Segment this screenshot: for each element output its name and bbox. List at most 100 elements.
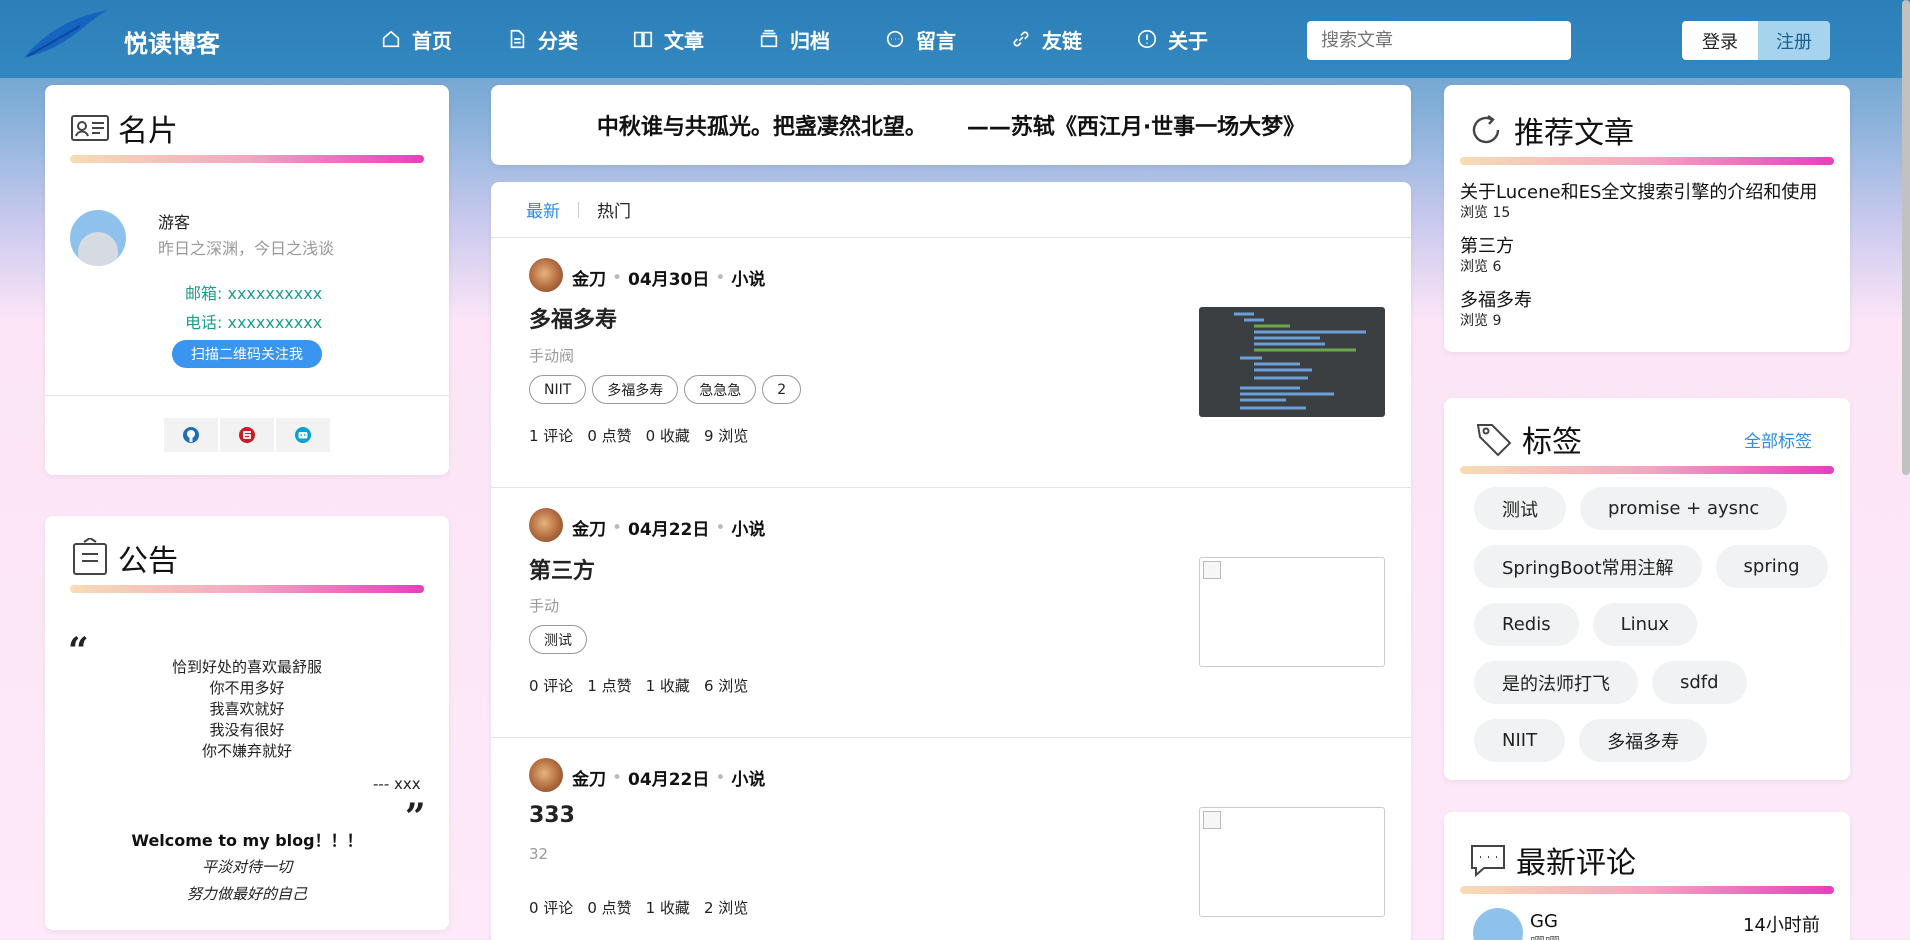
quote-source: ——苏轼《西江月·世事一场大梦》 xyxy=(966,115,1306,140)
author-avatar[interactable] xyxy=(529,258,563,292)
card-title-text: 名片 xyxy=(118,114,178,149)
article-tag[interactable]: 2 xyxy=(762,375,802,404)
nav-label: 友链 xyxy=(1042,28,1082,53)
tag-chip[interactable]: SpringBoot常用注解 xyxy=(1474,545,1702,588)
comment-count: 0 评论 xyxy=(529,677,574,695)
recommend-item-title[interactable]: 多福多寿 xyxy=(1460,286,1532,312)
book-icon xyxy=(633,31,653,48)
view-count: 2 浏览 xyxy=(703,899,749,917)
view-count: 6 浏览 xyxy=(703,677,749,695)
title-underline xyxy=(1460,886,1834,894)
tag-chip[interactable]: NIIT xyxy=(1474,719,1566,762)
visitor-avatar xyxy=(70,210,126,266)
nav-home[interactable]: 首页 xyxy=(380,25,452,54)
all-tags-link[interactable]: 全部标签 xyxy=(1744,427,1812,452)
article-title[interactable]: 多福多寿 xyxy=(529,302,617,334)
nav-archive[interactable]: 归档 xyxy=(758,25,830,54)
search-input[interactable] xyxy=(1307,21,1571,60)
scrollbar-thumb[interactable] xyxy=(1902,0,1910,475)
register-button[interactable]: 注册 xyxy=(1758,21,1830,60)
tag-chip[interactable]: promise + aysnc xyxy=(1580,487,1788,530)
recommend-card-title: 推荐文章 xyxy=(1466,108,1634,152)
tag-chip[interactable]: 多福多寿 xyxy=(1579,719,1708,762)
nav-category[interactable]: 分类 xyxy=(506,25,578,54)
qr-follow-button[interactable]: 扫描二维码关注我 xyxy=(172,340,322,368)
article-category[interactable]: 小说 xyxy=(731,515,765,540)
like-count: 0 点赞 xyxy=(587,899,632,917)
commenter-name[interactable]: GG xyxy=(1530,911,1558,932)
tags-card-title: 标签 xyxy=(1474,417,1582,461)
article-date: 04月30日 xyxy=(628,270,710,290)
tag-cloud: 测试 promise + aysnc SpringBoot常用注解 spring… xyxy=(1474,487,1842,762)
author-name[interactable]: 金刀 xyxy=(572,515,606,540)
article-thumbnail[interactable] xyxy=(1199,557,1385,667)
tag-chip[interactable]: sdfd xyxy=(1652,661,1747,704)
article-tag[interactable]: 测试 xyxy=(529,625,587,654)
feather-logo-icon[interactable] xyxy=(20,8,112,60)
article-category[interactable]: 小说 xyxy=(731,265,765,290)
article-title[interactable]: 333 xyxy=(529,803,575,828)
article-meta: 金刀 • 04月22日 • 小说 xyxy=(572,515,765,541)
article-tag[interactable]: 多福多寿 xyxy=(592,375,679,404)
tag-chip[interactable]: 是的法师打飞 xyxy=(1474,661,1638,704)
profile-divider xyxy=(45,395,449,396)
article-tags: 测试 xyxy=(529,625,587,654)
recommend-item-views: 浏览 9 xyxy=(1460,313,1502,329)
comment-count: 0 评论 xyxy=(529,899,574,917)
site-name[interactable]: 悦读博客 xyxy=(124,24,220,59)
nav-message[interactable]: 留言 xyxy=(884,25,956,54)
login-button[interactable]: 登录 xyxy=(1682,21,1758,60)
broken-image-icon xyxy=(1203,811,1221,829)
article-thumbnail[interactable] xyxy=(1199,307,1385,417)
article-tags: NIIT 多福多寿 急急急 2 xyxy=(529,375,802,404)
comment-count: 1 评论 xyxy=(529,427,574,445)
github-button[interactable] xyxy=(164,418,218,452)
nav-label: 首页 xyxy=(412,28,452,53)
profile-name: 游客 xyxy=(158,213,191,232)
article-desc: 手动 xyxy=(529,597,560,615)
article-tag[interactable]: NIIT xyxy=(529,375,587,404)
title-underline xyxy=(70,155,424,163)
article-date: 04月22日 xyxy=(628,770,710,790)
tab-hot[interactable]: 热门 xyxy=(597,197,631,222)
article-stats: 0 评论 0 点赞 1 收藏 2 浏览 xyxy=(529,897,748,918)
comment-time: 14小时前 xyxy=(1743,915,1820,936)
notice-motto-1: 平淡对待一切 xyxy=(201,858,292,876)
author-name[interactable]: 金刀 xyxy=(572,765,606,790)
comment-text: 嘤嘤 xyxy=(1530,932,1560,940)
tag-chip[interactable]: spring xyxy=(1715,545,1828,588)
nav-label: 归档 xyxy=(790,28,830,53)
broken-image-icon xyxy=(1203,561,1221,579)
title-underline xyxy=(70,585,424,593)
nav-label: 分类 xyxy=(538,28,578,53)
bilibili-button[interactable] xyxy=(276,418,330,452)
author-avatar[interactable] xyxy=(529,508,563,542)
favorite-count: 1 收藏 xyxy=(645,677,690,695)
profile-motto: 昨日之深渊，今日之浅谈 xyxy=(158,239,335,258)
tab-latest[interactable]: 最新 xyxy=(526,197,560,222)
nav-about[interactable]: 关于 xyxy=(1136,25,1208,54)
nav-links[interactable]: 友链 xyxy=(1010,25,1082,54)
tag-chip[interactable]: 测试 xyxy=(1474,487,1566,530)
tag-chip[interactable]: Linux xyxy=(1592,603,1698,646)
article-divider xyxy=(491,487,1411,488)
article-thumbnail[interactable] xyxy=(1199,807,1385,917)
recommend-item-title[interactable]: 关于Lucene和ES全文搜索引擎的介绍和使用 xyxy=(1460,178,1817,204)
article-meta: 金刀 • 04月30日 • 小说 xyxy=(572,265,765,291)
auth-buttons: 登录 注册 xyxy=(1682,21,1830,60)
author-avatar[interactable] xyxy=(529,758,563,792)
tag-chip[interactable]: Redis xyxy=(1474,603,1579,646)
recommend-item-title[interactable]: 第三方 xyxy=(1460,232,1514,258)
article-desc: 32 xyxy=(529,845,549,863)
info-icon xyxy=(1137,29,1157,49)
chat-icon xyxy=(886,30,904,48)
article-title[interactable]: 第三方 xyxy=(529,553,595,585)
gitee-button[interactable] xyxy=(220,418,274,452)
article-stats: 0 评论 1 点赞 1 收藏 6 浏览 xyxy=(529,675,748,696)
home-icon xyxy=(382,30,400,48)
nav-articles[interactable]: 文章 xyxy=(632,25,704,54)
article-category[interactable]: 小说 xyxy=(731,765,765,790)
article-tag[interactable]: 急急急 xyxy=(684,375,757,404)
document-icon xyxy=(510,29,525,49)
author-name[interactable]: 金刀 xyxy=(572,265,606,290)
